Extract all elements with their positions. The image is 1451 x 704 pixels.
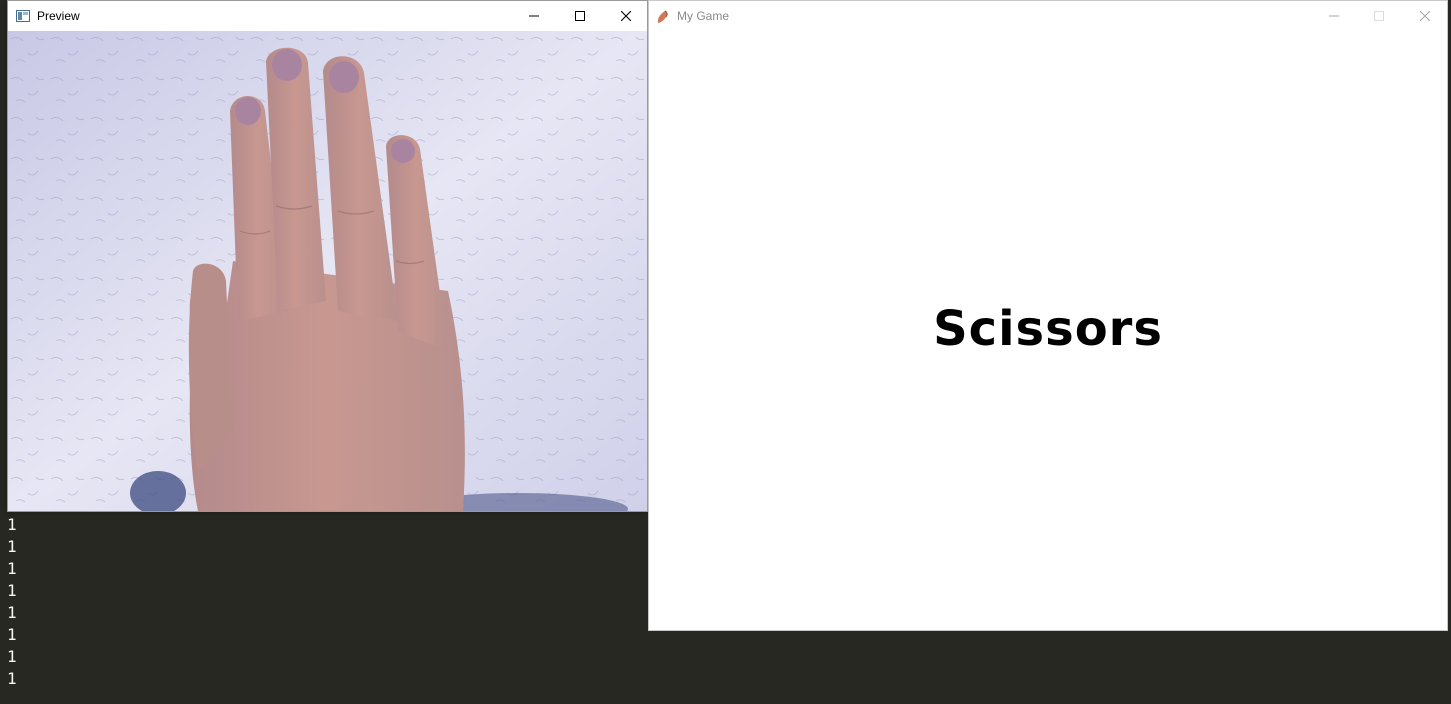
camera-frame-image bbox=[8, 31, 647, 511]
terminal-line: 1 bbox=[7, 581, 17, 600]
camera-preview bbox=[8, 31, 647, 511]
desktop: 1 1 1 1 1 1 1 1 Preview My Game Scissors bbox=[0, 0, 1451, 704]
terminal-output[interactable]: 1 1 1 1 1 1 1 1 bbox=[0, 512, 648, 704]
window-app-icon bbox=[16, 9, 30, 22]
close-button[interactable] bbox=[603, 1, 649, 31]
maximize-button[interactable] bbox=[557, 1, 603, 31]
preview-window-title: Preview bbox=[37, 9, 80, 23]
terminal-line: 1 bbox=[7, 647, 17, 666]
terminal-line: 1 bbox=[7, 515, 17, 534]
game-window-title: My Game bbox=[677, 9, 730, 23]
terminal-line: 1 bbox=[7, 537, 17, 556]
gesture-result-text: Scissors bbox=[933, 301, 1163, 357]
preview-window[interactable]: Preview bbox=[7, 0, 648, 512]
maximize-button bbox=[1356, 1, 1402, 31]
terminal-line: 1 bbox=[7, 625, 17, 644]
minimize-button[interactable] bbox=[1311, 1, 1357, 31]
terminal-line: 1 bbox=[7, 669, 17, 688]
terminal-line: 1 bbox=[7, 603, 17, 622]
game-app-icon bbox=[656, 10, 670, 23]
close-button[interactable] bbox=[1402, 1, 1448, 31]
terminal-line: 1 bbox=[7, 559, 17, 578]
game-window[interactable]: My Game Scissors bbox=[648, 0, 1448, 631]
game-canvas[interactable]: Scissors bbox=[649, 31, 1447, 630]
preview-titlebar[interactable]: Preview bbox=[8, 1, 647, 31]
minimize-button[interactable] bbox=[511, 1, 557, 31]
game-titlebar[interactable]: My Game bbox=[649, 1, 1447, 31]
